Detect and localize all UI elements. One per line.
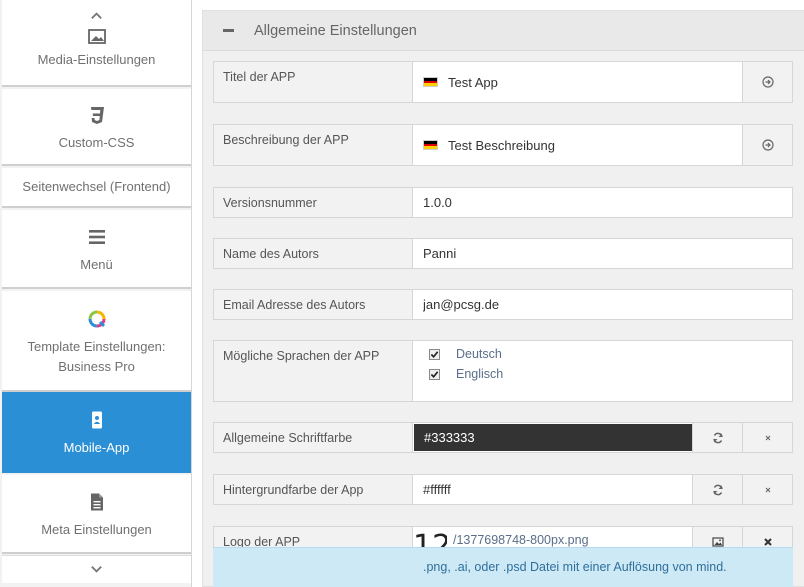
flag-de-icon xyxy=(423,77,438,87)
field-label: Allgemeine Schriftfarbe xyxy=(214,423,413,452)
color-clear-button[interactable] xyxy=(742,423,792,452)
section-header[interactable]: Allgemeine Einstellungen xyxy=(203,11,804,51)
sidebar-item-label: Media-Einstellungen xyxy=(37,51,156,67)
scroll-up-button[interactable] xyxy=(2,0,191,30)
language-label: Englisch xyxy=(456,367,504,381)
sidebar-item-label: Seitenwechsel (Frontend) xyxy=(22,179,171,194)
sidebar-item-menu[interactable]: Menü xyxy=(2,210,191,289)
field-label: Titel der APP xyxy=(214,62,413,102)
checkbox[interactable] xyxy=(429,348,440,360)
sidebar-item-mobile-app[interactable]: Mobile-App xyxy=(2,392,191,473)
quiqqer-logo-icon xyxy=(87,305,107,333)
background-color-row: Hintergrundfarbe der App #ffffff xyxy=(213,474,793,505)
font-color-field[interactable]: #333333 xyxy=(414,424,692,451)
app-description-value: Test Beschreibung xyxy=(448,137,555,153)
sidebar-item-label: Template Einstellungen: Business Pro xyxy=(27,338,166,374)
font-color-row: Allgemeine Schriftfarbe #333333 xyxy=(213,422,793,453)
chevron-up-icon xyxy=(91,11,102,19)
logo-info-message: .png, .ai, oder .psd Datei mit einer Auf… xyxy=(213,547,793,587)
font-color-value: #333333 xyxy=(424,430,475,445)
chevron-down-icon xyxy=(91,566,102,573)
menu-icon xyxy=(87,223,107,251)
refresh-icon xyxy=(712,432,723,443)
field-label: Versionsnummer xyxy=(214,188,413,217)
flag-de-icon xyxy=(423,140,438,150)
sidebar-item-label: Menü xyxy=(80,256,113,272)
languages-row: Mögliche Sprachen der APP Deutsch Englis… xyxy=(213,340,793,402)
author-name-row: Name des Autors xyxy=(213,238,793,269)
background-color-value: #ffffff xyxy=(423,482,451,497)
collapse-icon xyxy=(223,29,234,32)
app-title-row: Titel der APP Test App xyxy=(213,61,793,103)
sidebar-item-custom-css[interactable]: Custom-CSS xyxy=(2,89,191,166)
section-title: Allgemeine Einstellungen xyxy=(254,22,417,39)
field-label: Hintergrundfarbe der App xyxy=(214,475,413,504)
close-icon xyxy=(765,487,770,492)
sidebar-item-seitenwechsel[interactable]: Seitenwechsel (Frontend) xyxy=(2,168,191,208)
css3-icon xyxy=(87,101,107,129)
sidebar-item-label: Mobile-App xyxy=(63,439,130,455)
image-icon xyxy=(87,28,107,46)
scroll-down-button[interactable] xyxy=(2,555,191,583)
check-icon xyxy=(430,350,439,358)
author-email-row: Email Adresse des Autors xyxy=(213,289,793,320)
sidebar-item-media[interactable]: Media-Einstellungen xyxy=(2,28,191,87)
app-title-value: Test App xyxy=(448,74,498,90)
language-label: Deutsch xyxy=(456,347,502,361)
arrow-circle-right-icon xyxy=(761,76,774,88)
translate-button[interactable] xyxy=(742,125,792,165)
version-input[interactable] xyxy=(423,195,792,210)
color-refresh-button[interactable] xyxy=(692,423,742,452)
field-label: Mögliche Sprachen der APP xyxy=(214,341,413,401)
author-name-input[interactable] xyxy=(423,246,792,261)
arrow-circle-right-icon xyxy=(761,139,774,151)
refresh-icon xyxy=(712,484,723,495)
checkbox[interactable] xyxy=(429,368,440,380)
color-clear-button[interactable] xyxy=(742,475,792,504)
background-color-field[interactable]: #ffffff xyxy=(413,475,692,504)
sidebar-item-meta[interactable]: Meta Einstellungen xyxy=(2,475,191,554)
author-email-input[interactable] xyxy=(423,297,792,312)
app-title-field[interactable]: Test App xyxy=(413,62,742,102)
app-description-field[interactable]: Test Beschreibung xyxy=(413,125,742,165)
logo-path-value: /1377698748-800px.png xyxy=(453,533,589,547)
version-row: Versionsnummer xyxy=(213,187,793,218)
close-icon xyxy=(763,537,772,546)
language-option-englisch[interactable]: Englisch xyxy=(429,367,776,381)
sidebar-item-template-settings[interactable]: Template Einstellungen: Business Pro xyxy=(2,291,191,392)
field-label: Name des Autors xyxy=(214,239,413,268)
color-refresh-button[interactable] xyxy=(692,475,742,504)
file-text-icon xyxy=(87,488,107,516)
sidebar-item-label: Custom-CSS xyxy=(58,134,135,150)
language-option-deutsch[interactable]: Deutsch xyxy=(429,347,776,361)
mobile-icon xyxy=(87,406,107,434)
settings-panel: Allgemeine Einstellungen Titel der APP T… xyxy=(202,10,804,587)
sidebar: Media-Einstellungen Custom-CSS Seitenwec… xyxy=(0,0,192,587)
image-icon xyxy=(711,536,724,547)
app-description-row: Beschreibung der APP Test Beschreibung xyxy=(213,124,793,166)
sidebar-item-label: Meta Einstellungen xyxy=(41,521,152,537)
check-icon xyxy=(430,370,439,378)
field-label: Beschreibung der APP xyxy=(214,125,413,165)
field-label: Email Adresse des Autors xyxy=(214,290,413,319)
translate-button[interactable] xyxy=(742,62,792,102)
close-icon xyxy=(765,435,770,440)
